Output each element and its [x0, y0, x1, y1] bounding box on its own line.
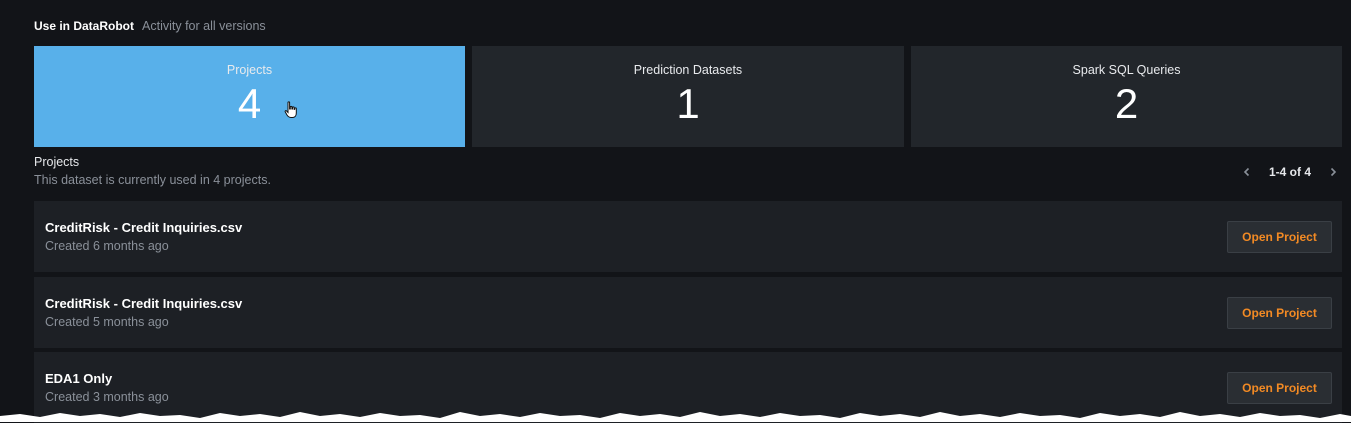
tile-spark-sql-queries[interactable]: Spark SQL Queries 2: [911, 46, 1342, 147]
page-range: 1-4 of 4: [1268, 165, 1311, 179]
usage-title: Use in DataRobot: [34, 19, 135, 33]
tile-count: 2: [1114, 80, 1139, 127]
tile-count: 4: [237, 80, 262, 127]
project-created: Created 6 months ago: [45, 239, 169, 253]
open-project-button[interactable]: Open Project: [1227, 372, 1332, 404]
project-name: CreditRisk - Credit Inquiries.csv: [45, 296, 243, 311]
torn-edge: [0, 412, 1351, 422]
section-title: Projects: [34, 155, 80, 169]
tile-count: 1: [676, 80, 700, 127]
tile-label: Prediction Datasets: [633, 63, 743, 77]
pagination: 1-4 of 4: [1241, 163, 1339, 181]
tile-prediction-datasets[interactable]: Prediction Datasets 1: [472, 46, 904, 147]
projects-section-header: Projects This dataset is currently used …: [34, 155, 271, 187]
section-description: This dataset is currently used in 4 proj…: [34, 173, 271, 187]
tile-projects[interactable]: Projects 4: [34, 46, 465, 147]
hand-cursor-icon: [284, 101, 297, 118]
project-created: Created 3 months ago: [45, 390, 169, 404]
project-created: Created 5 months ago: [45, 315, 169, 329]
chevron-right-icon[interactable]: [1327, 166, 1339, 178]
project-name: EDA1 Only: [45, 371, 113, 386]
usage-header: Use in DataRobot Activity for all versio…: [34, 19, 266, 35]
project-row: CreditRisk - Credit Inquiries.csv Create…: [34, 277, 1342, 348]
tile-label: Projects: [226, 63, 273, 77]
tile-label: Spark SQL Queries: [1072, 63, 1181, 77]
chevron-left-icon[interactable]: [1241, 166, 1253, 178]
project-name: CreditRisk - Credit Inquiries.csv: [45, 220, 243, 235]
open-project-button[interactable]: Open Project: [1227, 221, 1332, 253]
usage-subtitle: Activity for all versions: [142, 19, 266, 33]
project-row: CreditRisk - Credit Inquiries.csv Create…: [34, 201, 1342, 272]
open-project-button[interactable]: Open Project: [1227, 297, 1332, 329]
